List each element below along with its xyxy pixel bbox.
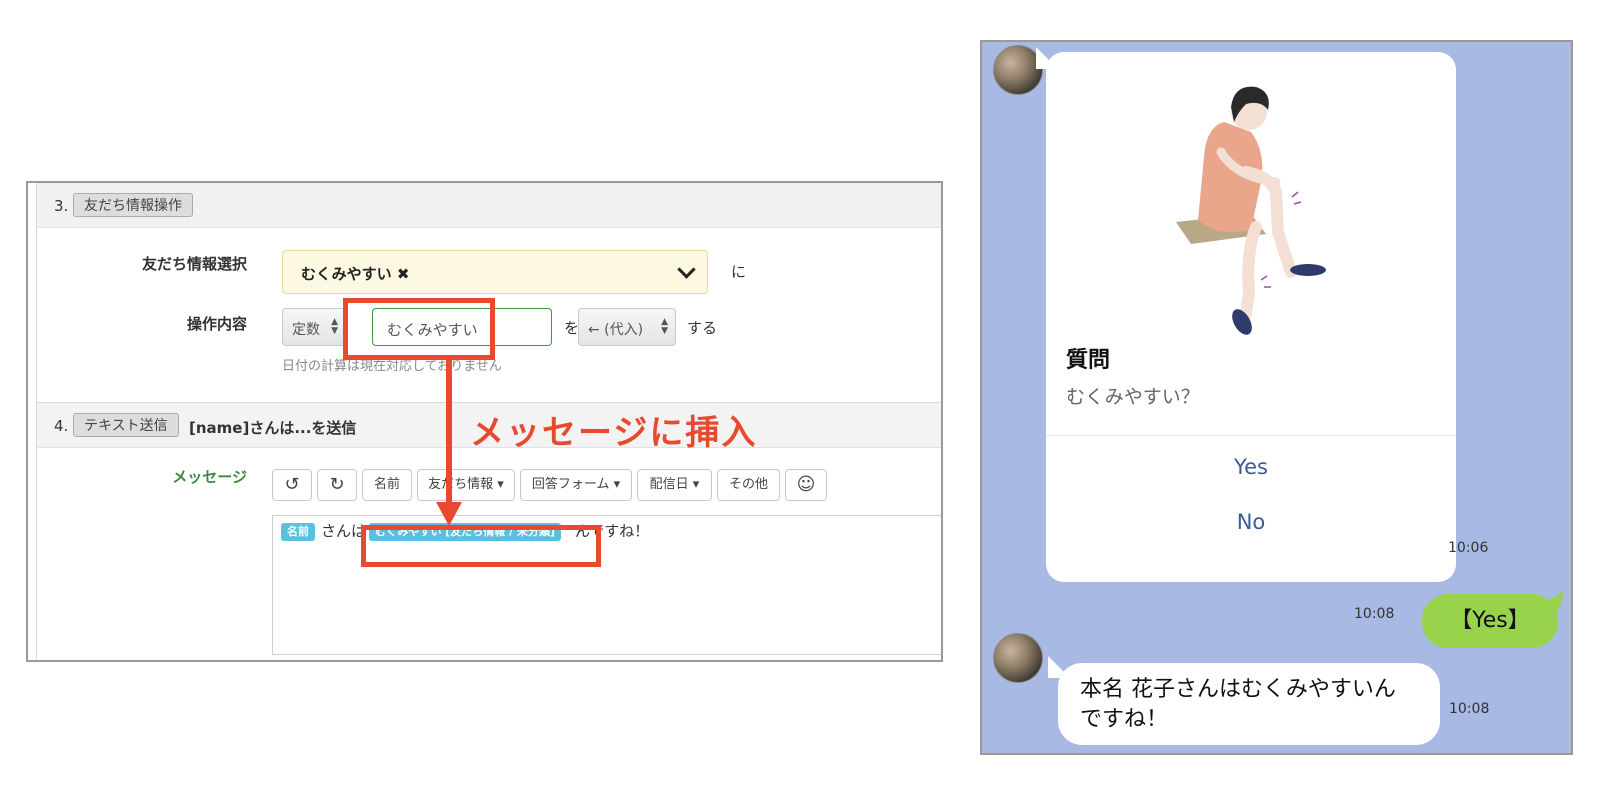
value-type-select[interactable]: 定数 ▲ ▼	[282, 308, 346, 346]
emoji-button[interactable]: ☺	[785, 469, 827, 501]
chevron-down-icon	[677, 260, 696, 279]
bot-message-bubble: 本名 花子さんはむくみやすいん ですね！	[1058, 663, 1440, 745]
timestamp: 10:08	[1449, 701, 1490, 717]
card-question: むくみやすい？	[1066, 386, 1200, 408]
friend-select-label: 友だち情報選択	[141, 255, 247, 273]
section-title: [name]さんは...を送信	[189, 419, 357, 437]
action-type-tag: テキスト送信	[73, 413, 179, 437]
insert-name-button[interactable]: 名前	[362, 469, 412, 501]
annotation-text: メッセージに挿入	[470, 413, 758, 453]
operator-text: ← (代入)	[588, 322, 644, 338]
highlight-input-box	[343, 298, 495, 360]
operator-select[interactable]: ← (代入) ▲ ▼	[578, 308, 676, 346]
card-title: 質問	[1066, 348, 1111, 373]
operation-label: 操作内容	[186, 315, 247, 333]
sort-arrows-icon: ▲ ▼	[331, 317, 338, 336]
timestamp: 10:08	[1354, 606, 1395, 622]
friend-info-select[interactable]: むくみやすい ✖	[282, 250, 708, 294]
bot-message-line-2: ですね！	[1080, 707, 1169, 732]
particle-ni: に	[731, 263, 747, 281]
redo-button[interactable]: ↻	[317, 469, 357, 501]
undo-button[interactable]: ↺	[272, 469, 312, 501]
action-type-tag: 友だち情報操作	[73, 193, 193, 217]
insert-answer-form-button[interactable]: 回答フォーム ▾	[520, 469, 632, 501]
arrow-shaft	[446, 360, 452, 504]
insert-friend-info-button[interactable]: 友だち情報 ▾	[417, 469, 515, 501]
section-number: 3.	[54, 197, 69, 215]
bot-message-line-1: 本名 花子さんはむくみやすいん	[1080, 677, 1396, 702]
timestamp: 10:06	[1448, 540, 1489, 556]
other-button[interactable]: その他	[717, 469, 780, 501]
sort-arrows-icon: ▲ ▼	[661, 317, 668, 336]
user-message-bubble: 【Yes】	[1422, 594, 1558, 648]
selected-friend-info: むくみやすい ✖	[301, 265, 410, 283]
section-number: 4.	[54, 417, 69, 435]
yes-button[interactable]: Yes	[1046, 455, 1456, 479]
particle-wo: を	[564, 319, 580, 337]
editor-text-1: さんは	[321, 522, 367, 540]
suffix-suru: する	[687, 319, 718, 337]
card-divider	[1046, 435, 1456, 436]
question-card: 質問 むくみやすい？ Yes No	[1046, 52, 1456, 582]
woman-swelling-illustration	[1176, 86, 1326, 335]
arrow-head	[436, 502, 462, 526]
bot-avatar	[993, 633, 1043, 683]
value-type-text: 定数	[292, 322, 320, 338]
highlight-chip-box	[361, 525, 601, 567]
name-chip: 名前	[281, 523, 315, 541]
insert-date-button[interactable]: 配信日 ▾	[637, 469, 712, 501]
line-chat-screen: 質問 むくみやすい？ Yes No 10:06 10:08 【Yes】 本名 花…	[980, 40, 1573, 755]
message-label: メッセージ	[172, 468, 247, 486]
section-3-header: 3. 友だち情報操作	[37, 183, 941, 228]
no-button[interactable]: No	[1046, 510, 1456, 534]
